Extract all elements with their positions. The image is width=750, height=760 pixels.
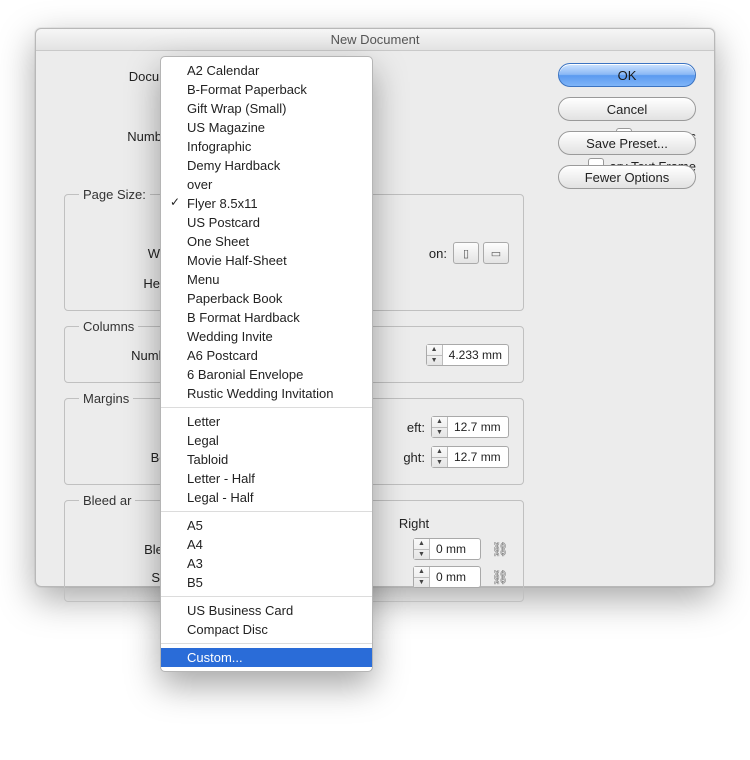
label-right: ght: bbox=[371, 450, 431, 465]
page-size-menu-item[interactable]: A5 bbox=[161, 516, 372, 535]
page-size-menu-item[interactable]: One Sheet bbox=[161, 232, 372, 251]
orientation-landscape-button[interactable]: ▭ bbox=[483, 242, 509, 264]
page-size-menu-item[interactable]: over bbox=[161, 175, 372, 194]
save-preset-button[interactable]: Save Preset... bbox=[558, 131, 696, 155]
window-title: New Document bbox=[36, 29, 714, 51]
orientation-portrait-button[interactable]: ▯ bbox=[453, 242, 479, 264]
page-size-menu-item[interactable]: B Format Hardback bbox=[161, 308, 372, 327]
ok-button[interactable]: OK bbox=[558, 63, 696, 87]
margin-right-stepper[interactable]: ▲▼ 12.7 mm bbox=[431, 446, 509, 468]
page-size-menu-item[interactable]: Gift Wrap (Small) bbox=[161, 99, 372, 118]
page-size-menu-item[interactable]: Letter bbox=[161, 412, 372, 431]
gutter-stepper[interactable]: ▲▼ 4.233 mm bbox=[426, 344, 509, 366]
menu-separator bbox=[161, 643, 372, 644]
page-size-menu-item[interactable]: Compact Disc bbox=[161, 620, 372, 639]
page-size-menu-item[interactable]: Custom... bbox=[161, 648, 372, 667]
page-size-menu-item[interactable]: Tabloid bbox=[161, 450, 372, 469]
page-size-menu-item[interactable]: US Business Card bbox=[161, 601, 372, 620]
page-size-menu-item[interactable]: Menu bbox=[161, 270, 372, 289]
bleed-right-value: 0 mm bbox=[430, 539, 480, 559]
legend-margins: Margins bbox=[79, 391, 133, 406]
link-icon[interactable]: ⛓ bbox=[491, 538, 509, 560]
page-size-menu-item[interactable]: Movie Half-Sheet bbox=[161, 251, 372, 270]
page-size-menu-item[interactable]: A2 Calendar bbox=[161, 61, 372, 80]
page-size-menu-item[interactable]: Legal bbox=[161, 431, 372, 450]
page-size-menu-item[interactable]: Legal - Half bbox=[161, 488, 372, 507]
page-size-menu[interactable]: A2 CalendarB-Format PaperbackGift Wrap (… bbox=[160, 56, 373, 672]
label-orientation: on: bbox=[429, 246, 447, 261]
slug-right-value: 0 mm bbox=[430, 567, 480, 587]
cancel-button[interactable]: Cancel bbox=[558, 97, 696, 121]
legend-bleed: Bleed ar bbox=[79, 493, 135, 508]
slug-right-stepper[interactable]: ▲▼ 0 mm bbox=[413, 566, 481, 588]
page-size-menu-item[interactable]: US Postcard bbox=[161, 213, 372, 232]
menu-separator bbox=[161, 596, 372, 597]
page-size-menu-item[interactable]: A4 bbox=[161, 535, 372, 554]
page-size-menu-item[interactable]: Flyer 8.5x11 bbox=[161, 194, 372, 213]
page-size-menu-item[interactable]: B5 bbox=[161, 573, 372, 592]
new-document-dialog: New Document Document Number of ing Page… bbox=[35, 28, 715, 587]
page-size-menu-item[interactable]: A6 Postcard bbox=[161, 346, 372, 365]
button-column: OK Cancel Save Preset... Fewer Options bbox=[558, 63, 696, 189]
legend-columns: Columns bbox=[79, 319, 138, 334]
page-size-menu-item[interactable]: Rustic Wedding Invitation bbox=[161, 384, 372, 403]
menu-separator bbox=[161, 511, 372, 512]
col-header-right: Right bbox=[379, 516, 449, 531]
page-size-menu-item[interactable]: Demy Hardback bbox=[161, 156, 372, 175]
margin-right-value: 12.7 mm bbox=[448, 447, 508, 467]
gutter-value: 4.233 mm bbox=[443, 345, 508, 365]
link-icon[interactable]: ⛓ bbox=[491, 566, 509, 588]
page-size-menu-item[interactable]: US Magazine bbox=[161, 118, 372, 137]
page-size-menu-item[interactable]: B-Format Paperback bbox=[161, 80, 372, 99]
margin-left-value: 12.7 mm bbox=[448, 417, 508, 437]
fewer-options-button[interactable]: Fewer Options bbox=[558, 165, 696, 189]
page-size-menu-item[interactable]: Wedding Invite bbox=[161, 327, 372, 346]
page-size-menu-item[interactable]: Letter - Half bbox=[161, 469, 372, 488]
label-left: eft: bbox=[371, 420, 431, 435]
page-size-menu-item[interactable]: A3 bbox=[161, 554, 372, 573]
legend-page-size: Page Size: bbox=[79, 187, 150, 202]
page-size-menu-item[interactable]: Paperback Book bbox=[161, 289, 372, 308]
page-size-menu-item[interactable]: Infographic bbox=[161, 137, 372, 156]
bleed-right-stepper[interactable]: ▲▼ 0 mm bbox=[413, 538, 481, 560]
margin-left-stepper[interactable]: ▲▼ 12.7 mm bbox=[431, 416, 509, 438]
page-size-menu-item[interactable]: 6 Baronial Envelope bbox=[161, 365, 372, 384]
menu-separator bbox=[161, 407, 372, 408]
